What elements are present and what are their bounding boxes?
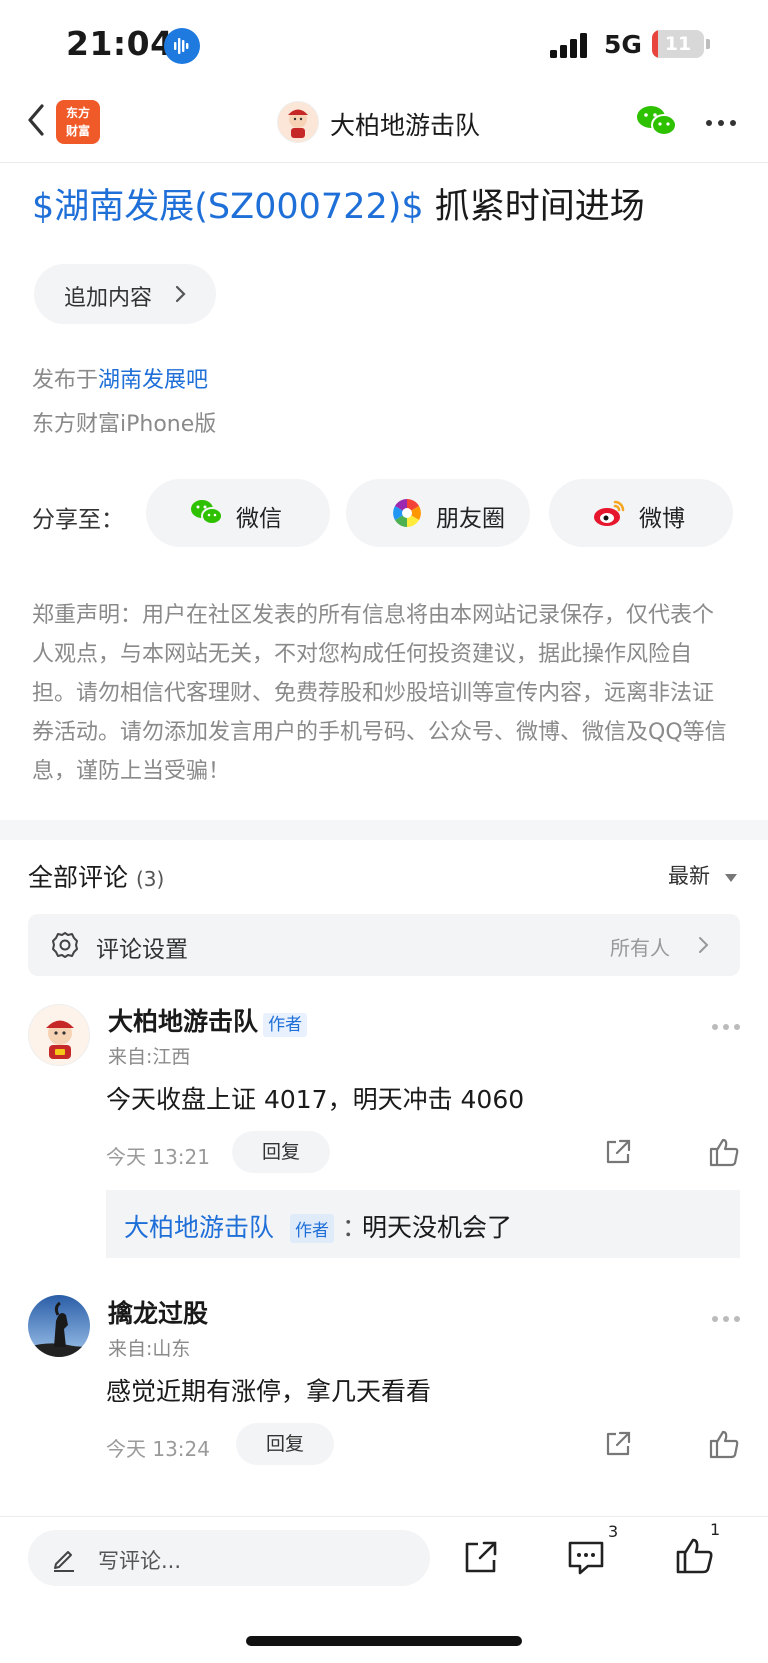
share-label: 分享至：: [32, 507, 124, 533]
comment-location: 来自:山东: [108, 1338, 191, 1360]
comment-body: 感觉近期有涨停，拿几天看看: [106, 1377, 432, 1406]
comment-time: 今天 13:21: [106, 1145, 210, 1169]
wechat-icon: [190, 497, 224, 529]
reply-preview[interactable]: 大柏地游击队 作者 ： 明天没机会了: [106, 1190, 740, 1258]
share-icon[interactable]: [603, 1137, 633, 1167]
comment-icon[interactable]: [566, 1538, 606, 1576]
reply-button[interactable]: 回复: [236, 1423, 334, 1465]
reply-text: 明天没机会了: [362, 1213, 513, 1242]
nav-divider: [0, 162, 768, 163]
like-icon[interactable]: [674, 1536, 714, 1576]
share-moments-button[interactable]: 朋友圈: [346, 479, 530, 547]
app-logo[interactable]: 东方 财富: [56, 100, 100, 144]
network-type: 5G: [604, 30, 642, 59]
comment-location: 来自:江西: [108, 1046, 191, 1068]
more-icon[interactable]: [711, 1016, 741, 1030]
app-logo-line2: 财富: [65, 124, 90, 138]
posted-client: 东方财富iPhone版: [32, 412, 217, 437]
section-divider: [0, 820, 768, 840]
comment-body: 今天收盘上证 4017，明天冲击 4060: [106, 1085, 525, 1114]
share-icon[interactable]: [603, 1429, 633, 1459]
disclaimer: 郑重声明：用户在社区发表的所有信息将由本网站记录保存，仅代表个人观点，与本网站无…: [32, 603, 727, 784]
share-weibo-button[interactable]: 微博: [549, 479, 733, 547]
stock-tag-link[interactable]: $湖南发展(SZ000722)$: [32, 187, 424, 227]
post-title-text: 抓紧时间进场: [423, 187, 645, 227]
voice-indicator-icon: [164, 28, 200, 64]
like-icon[interactable]: [708, 1137, 740, 1167]
comments-title-text: 全部评论: [28, 863, 129, 892]
home-indicator: [246, 1636, 522, 1646]
stock-bar-link[interactable]: 湖南发展吧: [98, 368, 208, 393]
write-comment-input[interactable]: 写评论...: [28, 1530, 430, 1586]
status-time: 21:04: [66, 24, 174, 63]
pencil-icon: [50, 1544, 78, 1572]
sort-dropdown[interactable]: 最新: [668, 860, 710, 890]
share-weibo-label: 微博: [639, 506, 685, 532]
gear-icon: [50, 930, 80, 960]
share-moments-label: 朋友圈: [436, 506, 505, 532]
comment-author: 大柏地游击队 作者: [108, 1002, 308, 1038]
comments-count: (3): [135, 867, 165, 891]
write-comment-placeholder: 写评论...: [98, 1549, 182, 1573]
comments-title: 全部评论 (3): [28, 858, 164, 894]
comment-count-badge: 3: [608, 1522, 619, 1541]
signal-icon: [550, 32, 592, 58]
chevron-right-icon: [174, 284, 188, 304]
wechat-icon[interactable]: [636, 104, 678, 138]
comment-author: 擒龙过股: [108, 1294, 208, 1330]
reply-button[interactable]: 回复: [232, 1131, 330, 1173]
back-icon[interactable]: [22, 100, 52, 140]
battery-nub: [706, 39, 710, 49]
like-icon[interactable]: [708, 1429, 740, 1459]
comment-settings-value: 所有人: [610, 936, 670, 960]
avatar[interactable]: [28, 1004, 90, 1066]
share-wechat-button[interactable]: 微信: [146, 479, 330, 547]
author-avatar[interactable]: [277, 101, 319, 143]
caret-down-icon[interactable]: [724, 868, 738, 882]
avatar[interactable]: [28, 1295, 90, 1357]
append-content-label: 追加内容: [64, 286, 153, 311]
comment-settings-bar[interactable]: 评论设置 所有人: [28, 914, 740, 976]
comment-settings-label: 评论设置: [96, 937, 188, 963]
posted-in-prefix: 发布于: [32, 368, 99, 393]
append-content-button[interactable]: 追加内容: [34, 264, 216, 324]
app-logo-line1: 东方: [65, 106, 90, 120]
moments-icon: [390, 497, 424, 529]
chevron-right-icon: [698, 936, 710, 954]
comment-time: 今天 13:24: [106, 1437, 210, 1461]
posted-in: 发布于湖南发展吧: [32, 362, 208, 394]
share-icon[interactable]: [462, 1538, 500, 1576]
more-icon[interactable]: [711, 1308, 741, 1322]
author-badge: 作者: [290, 1214, 334, 1243]
reply-author-name[interactable]: 大柏地游击队: [124, 1208, 274, 1244]
battery-icon: 11: [652, 30, 704, 58]
weibo-icon: [593, 497, 627, 529]
comment-author-name[interactable]: 擒龙过股: [108, 1299, 208, 1328]
more-icon[interactable]: [704, 114, 738, 126]
like-count-badge: 1: [710, 1520, 721, 1539]
post-title: $湖南发展(SZ000722)$ 抓紧时间进场: [32, 178, 645, 229]
comment-author-name[interactable]: 大柏地游击队: [108, 1007, 258, 1036]
battery-percent: 11: [664, 33, 692, 55]
nav-title[interactable]: 大柏地游击队: [330, 106, 480, 142]
author-badge: 作者: [263, 1013, 308, 1037]
share-wechat-label: 微信: [236, 506, 282, 532]
